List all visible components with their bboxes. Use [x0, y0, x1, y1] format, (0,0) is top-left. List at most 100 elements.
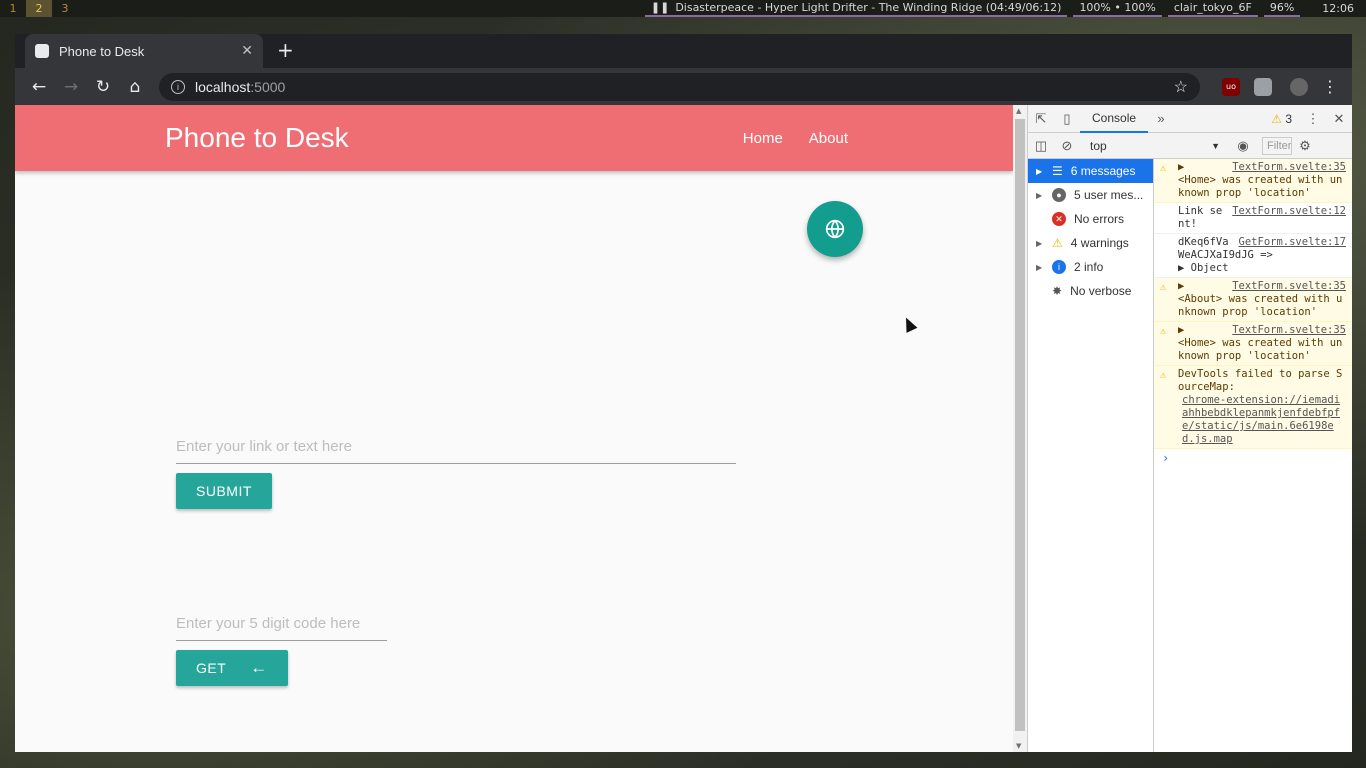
browser-tab[interactable]: Phone to Desk ✕ [25, 34, 263, 68]
close-icon[interactable]: ✕ [241, 43, 253, 59]
scroll-up-icon[interactable]: ▲ [1016, 107, 1021, 115]
source-link[interactable]: TextForm.svelte:35 [1232, 324, 1346, 337]
eye-icon[interactable]: ◉ [1230, 138, 1256, 154]
nav-about-link[interactable]: About [809, 130, 848, 147]
back-button[interactable]: ← [23, 77, 55, 97]
sidebar-item-verbose[interactable]: ✸ No verbose [1028, 279, 1153, 303]
warning-count-badge[interactable]: ⚠ 3 [1271, 112, 1292, 126]
more-tabs-icon[interactable]: » [1148, 111, 1174, 126]
device-toggle-icon[interactable]: ▯ [1054, 111, 1080, 127]
warning-icon: ⚠ [1160, 370, 1167, 381]
code-input[interactable] [176, 607, 387, 641]
console-filter-bar: ◫ ⊘ top ▼ ◉ Filter ⚙ [1028, 133, 1352, 159]
console-message[interactable]: GetForm.svelte:17 dKeq6fVaWeACJXaI9dJG =… [1154, 234, 1352, 278]
settings-gear-icon[interactable]: ⚙ [1292, 138, 1318, 154]
browser-content: Phone to Desk Home About SUBMIT [15, 105, 1352, 752]
caret-icon: ▶ [1036, 190, 1043, 200]
profile-avatar[interactable] [1290, 77, 1308, 96]
battery-indicator[interactable]: 96% [1263, 0, 1301, 17]
app-header: Phone to Desk Home About [15, 105, 1013, 171]
sidebar-item-info[interactable]: ▶ i 2 info [1028, 255, 1153, 279]
workspace-1[interactable]: 1 [0, 0, 26, 17]
close-devtools-icon[interactable]: ✕ [1326, 111, 1352, 127]
object-expander[interactable]: ▶ Object [1178, 262, 1346, 275]
dropdown-arrow-icon: ▼ [1211, 140, 1220, 151]
console-sidebar: ▶ ☰ 6 messages ▶ ● 5 user mes... ✕ No er… [1028, 159, 1154, 752]
expand-caret-icon[interactable]: ▶ [1178, 161, 1184, 173]
source-link[interactable]: TextForm.svelte:35 [1232, 161, 1346, 174]
console-prompt[interactable]: › [1154, 449, 1352, 467]
new-tab-button[interactable]: + [277, 38, 294, 62]
scroll-thumb[interactable] [1015, 119, 1025, 731]
console-message[interactable]: ⚠ ▶ TextForm.svelte:35 <About> was creat… [1154, 278, 1352, 322]
caret-icon: ▶ [1036, 166, 1043, 176]
tab-console[interactable]: Console [1080, 105, 1149, 133]
language-fab-button[interactable] [807, 201, 863, 257]
submit-label: SUBMIT [196, 483, 252, 499]
tab-title: Phone to Desk [59, 43, 145, 59]
sidebar-toggle-icon[interactable]: ◫ [1028, 138, 1054, 154]
devtools-toolbar: ⇱ ▯ Console » ⚠ 3 ⋮ ✕ [1028, 105, 1352, 133]
wifi-indicator[interactable]: clair_tokyo_6F [1167, 0, 1258, 17]
url-host: localhost [195, 78, 251, 95]
bookmark-star-icon[interactable]: ☆ [1174, 77, 1188, 97]
text-form: SUBMIT [176, 430, 736, 509]
sidebar-item-user-messages[interactable]: ▶ ● 5 user mes... [1028, 183, 1153, 207]
extension-icon[interactable] [1254, 77, 1272, 96]
devtools-panel: ⇱ ▯ Console » ⚠ 3 ⋮ ✕ ◫ ⊘ top ▼ ◉ Filter… [1027, 105, 1352, 752]
url-port: :5000 [250, 78, 286, 95]
clear-console-icon[interactable]: ⊘ [1054, 138, 1080, 154]
workspace-3[interactable]: 3 [52, 0, 78, 17]
ublock-extension-icon[interactable]: uo [1222, 77, 1240, 96]
console-filter-input[interactable]: Filter [1262, 136, 1292, 155]
expand-caret-icon[interactable]: ▶ [1178, 280, 1184, 292]
browser-window: Phone to Desk ✕ + ← → ↻ ⌂ i localhost :5… [15, 34, 1352, 752]
devtools-menu-icon[interactable]: ⋮ [1300, 111, 1326, 127]
sidebar-item-errors[interactable]: ✕ No errors [1028, 207, 1153, 231]
reload-button[interactable]: ↻ [87, 77, 119, 97]
warning-icon: ⚠ [1052, 236, 1063, 250]
browser-menu-icon[interactable]: ⋮ [1322, 77, 1338, 96]
clock: 12:06 [1322, 2, 1354, 15]
volume-indicator[interactable]: 100% • 100% [1073, 0, 1162, 17]
nav-home-link[interactable]: Home [743, 130, 783, 147]
console-message[interactable]: ⚠ ▶ TextForm.svelte:35 <Home> was create… [1154, 159, 1352, 203]
submit-button[interactable]: SUBMIT [176, 473, 272, 509]
page-scrollbar[interactable]: ▲ ▼ [1013, 105, 1027, 752]
caret-icon: ▶ [1036, 238, 1043, 248]
warning-icon: ⚠ [1271, 111, 1282, 126]
get-label: GET [196, 660, 227, 676]
forward-button[interactable]: → [55, 77, 87, 97]
sidebar-item-warnings[interactable]: ▶ ⚠ 4 warnings [1028, 231, 1153, 255]
expand-caret-icon[interactable]: ▶ [1178, 324, 1184, 336]
pause-icon: ❚❚ [650, 1, 670, 14]
info-icon: i [1052, 260, 1066, 274]
info-icon[interactable]: i [171, 79, 185, 94]
app-title: Phone to Desk [165, 122, 349, 153]
inspect-element-icon[interactable]: ⇱ [1028, 111, 1054, 127]
mouse-cursor [900, 315, 918, 333]
arrow-left-icon: ← [250, 658, 268, 677]
browser-toolbar: ← → ↻ ⌂ i localhost :5000 ☆ uo ⋮ [15, 68, 1352, 105]
address-bar[interactable]: i localhost :5000 ☆ [159, 72, 1200, 101]
console-message[interactable]: ⚠ ▶ TextForm.svelte:35 <Home> was create… [1154, 322, 1352, 366]
globe-icon [825, 219, 845, 239]
now-playing[interactable]: ❚❚ Disasterpeace - Hyper Light Drifter -… [644, 0, 1068, 17]
workspace-2[interactable]: 2 [26, 0, 52, 17]
source-link[interactable]: chrome-extension://iemadiahhbebdklepanmk… [1182, 394, 1346, 446]
home-button[interactable]: ⌂ [119, 77, 151, 97]
get-button[interactable]: GET ← [176, 650, 288, 686]
list-icon: ☰ [1052, 164, 1063, 178]
scroll-down-icon[interactable]: ▼ [1016, 742, 1021, 750]
console-message[interactable]: TextForm.svelte:12 Link sent! [1154, 203, 1352, 234]
link-text-input[interactable] [176, 430, 736, 464]
error-icon: ✕ [1052, 212, 1066, 226]
get-form: GET ← [176, 607, 387, 686]
console-message[interactable]: ⚠ DevTools failed to parse SourceMap: ch… [1154, 366, 1352, 449]
source-link[interactable]: TextForm.svelte:12 [1232, 205, 1346, 218]
sidebar-item-messages[interactable]: ▶ ☰ 6 messages [1028, 159, 1153, 183]
context-select[interactable]: top ▼ [1090, 136, 1220, 156]
source-link[interactable]: TextForm.svelte:35 [1232, 280, 1346, 293]
favicon-icon [35, 44, 49, 58]
source-link[interactable]: GetForm.svelte:17 [1239, 236, 1346, 249]
